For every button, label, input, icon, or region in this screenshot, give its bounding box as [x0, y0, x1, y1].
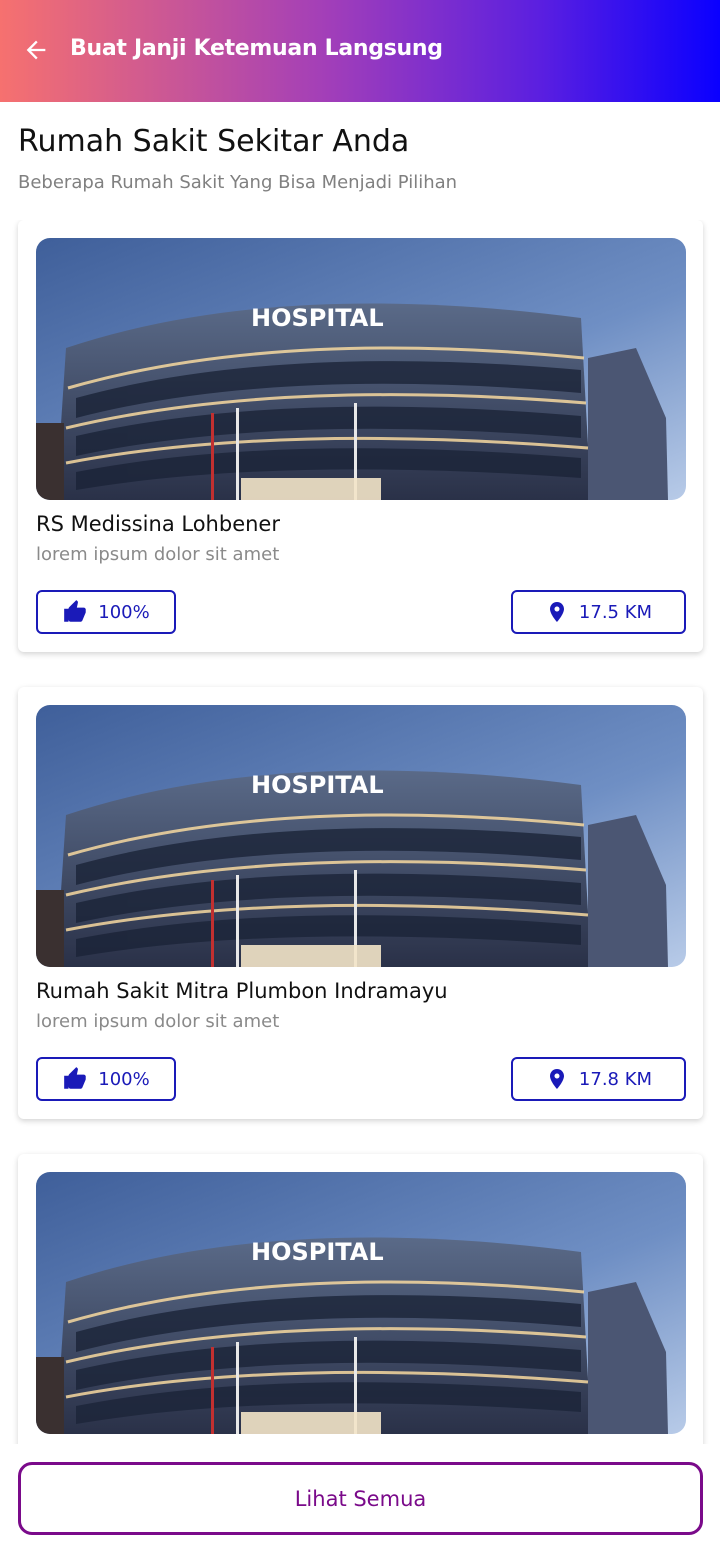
location-pin-icon [549, 1069, 564, 1089]
hospital-card[interactable]: HOSPITAL RS Medissina Lohbener lorem ips… [18, 220, 703, 652]
hospital-card[interactable]: HOSPITAL Rumah Sakit Mitra Plumbon Indra… [18, 687, 703, 1119]
rating-badge[interactable]: 100% [36, 590, 176, 634]
section-title: Rumah Sakit Sekitar Anda [18, 124, 410, 159]
arrow-left-icon [26, 40, 46, 60]
hospital-name: RS Medissina Lohbener [36, 512, 280, 536]
thumbs-up-icon [64, 1067, 87, 1089]
rating-value: 100% [98, 601, 150, 623]
distance-badge[interactable]: 17.8 KM [511, 1057, 686, 1101]
hospital-description: lorem ipsum dolor sit amet [36, 544, 280, 565]
distance-badge[interactable]: 17.5 KM [511, 590, 686, 634]
hospital-image: HOSPITAL [36, 1172, 686, 1434]
section-subtitle: Beberapa Rumah Sakit Yang Bisa Menjadi P… [18, 172, 458, 193]
page-title: Buat Janji Ketemuan Langsung [70, 36, 443, 61]
hospital-name: Rumah Sakit Mitra Plumbon Indramayu [36, 979, 448, 1003]
back-button[interactable] [18, 32, 54, 68]
location-pin-icon [549, 602, 564, 622]
hospital-description: lorem ipsum dolor sit amet [36, 1011, 280, 1032]
hospital-sign: HOSPITAL [251, 304, 384, 332]
hospital-image: HOSPITAL [36, 705, 686, 967]
hospital-sign: HOSPITAL [251, 1238, 384, 1266]
hospital-card[interactable]: HOSPITAL [18, 1154, 703, 1444]
app-bar: Buat Janji Ketemuan Langsung [0, 0, 720, 102]
rating-value: 100% [98, 1068, 150, 1090]
hospital-sign: HOSPITAL [251, 771, 384, 799]
view-all-button[interactable]: Lihat Semua [18, 1462, 703, 1535]
distance-value: 17.8 KM [578, 1068, 653, 1090]
distance-value: 17.5 KM [578, 601, 653, 623]
rating-badge[interactable]: 100% [36, 1057, 176, 1101]
thumbs-up-icon [64, 600, 87, 622]
hospital-image: HOSPITAL [36, 238, 686, 500]
hospital-list[interactable]: HOSPITAL RS Medissina Lohbener lorem ips… [0, 220, 720, 1444]
